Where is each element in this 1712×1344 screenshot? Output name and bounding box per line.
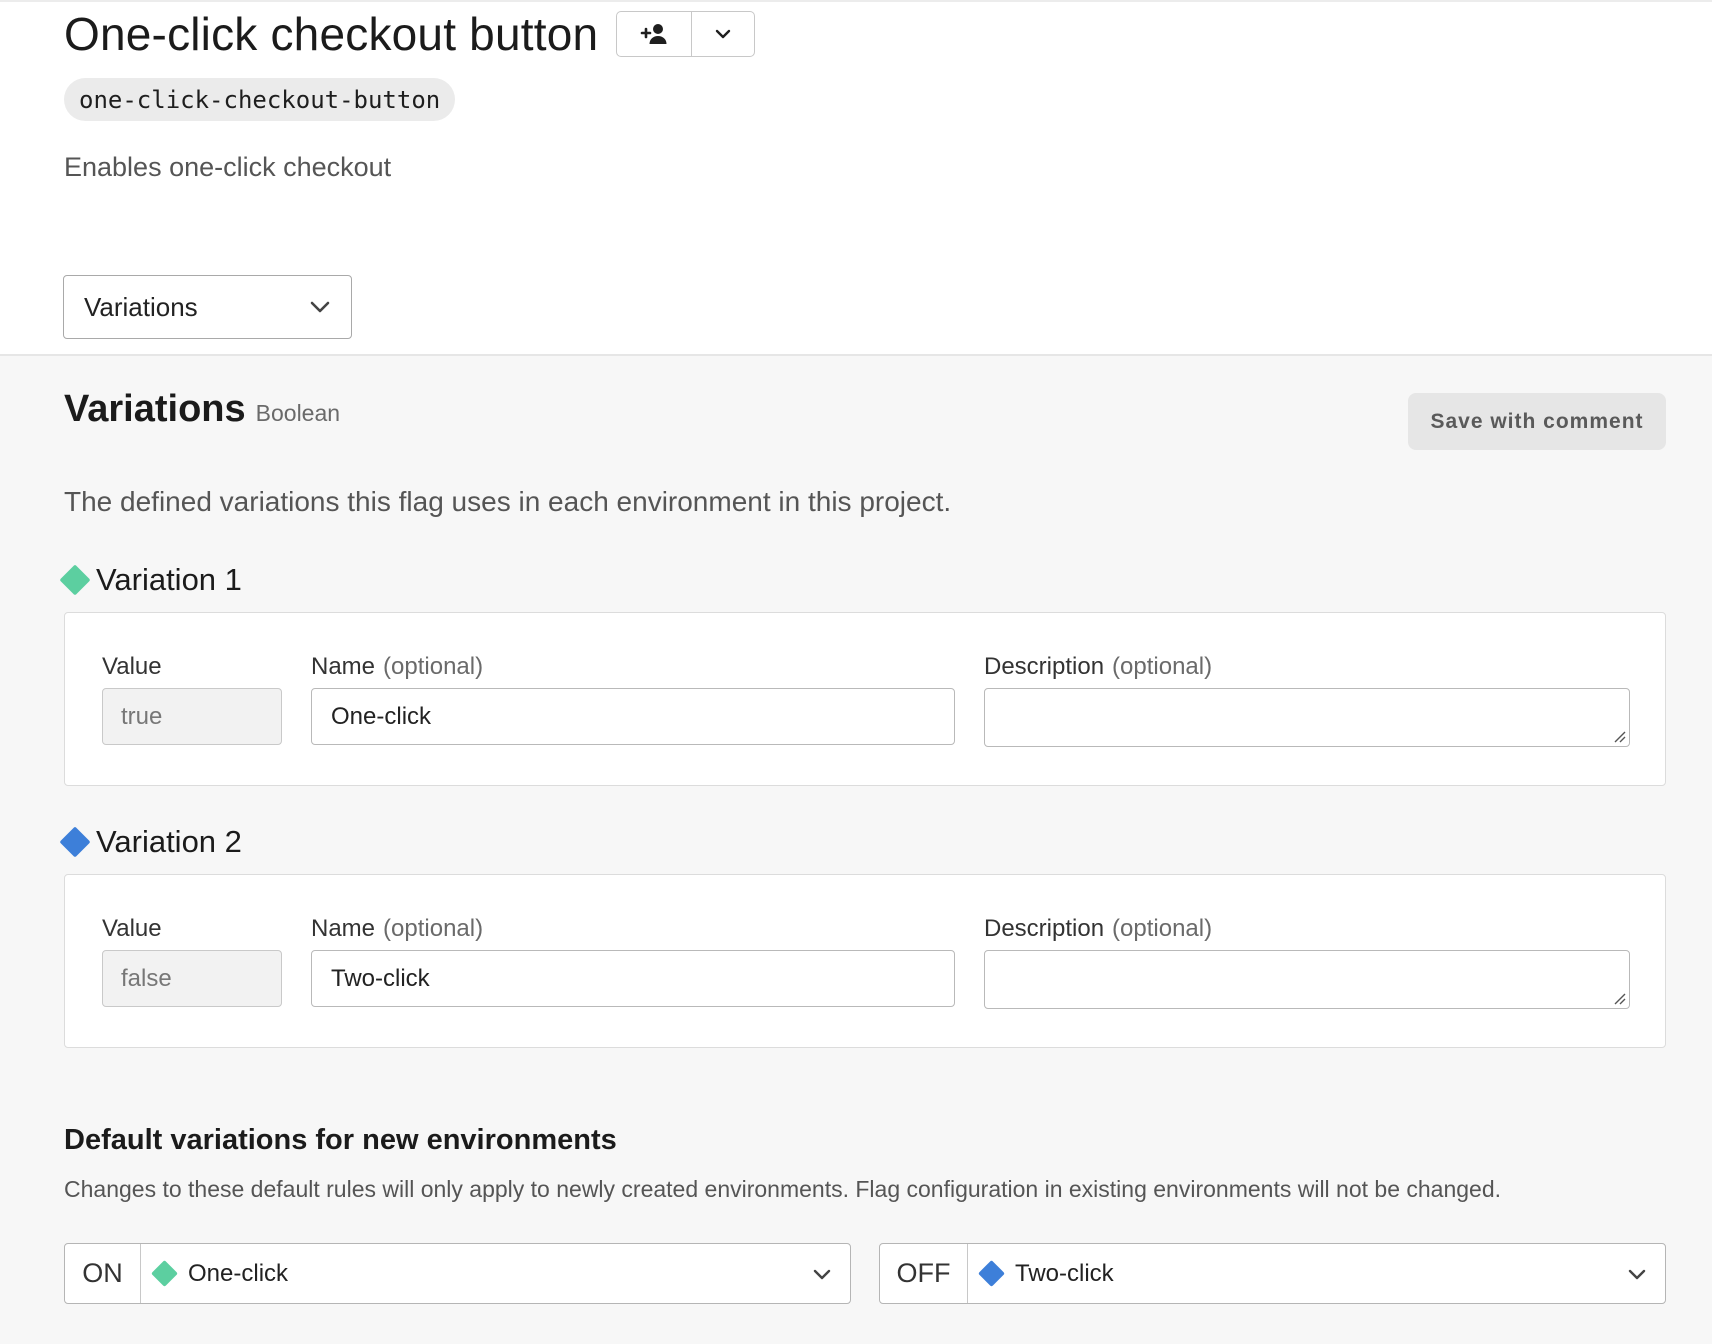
variation-2-label: Variation 2 xyxy=(96,824,242,859)
chevron-down-icon xyxy=(1628,1269,1646,1279)
add-user-icon xyxy=(640,24,667,44)
variation-2-name-input[interactable]: Two-click xyxy=(311,950,955,1007)
resize-handle-icon[interactable] xyxy=(1612,729,1626,743)
section-description: The defined variations this flag uses in… xyxy=(64,486,952,517)
chevron-down-icon xyxy=(813,1269,831,1279)
variation-1-diamond-icon xyxy=(59,564,91,596)
value-label: Value xyxy=(102,915,162,942)
variations-section-header: Variations Boolean xyxy=(64,388,340,431)
description-label: Description (optional) xyxy=(984,653,1212,681)
variation-1-label: Variation 1 xyxy=(96,562,242,597)
optional-label: (optional) xyxy=(1112,915,1213,942)
variation-1-header: Variation 1 xyxy=(59,562,242,598)
default-on-choice: One-click xyxy=(141,1244,812,1303)
variation-1-card: Value Name (optional) Description (optiona… xyxy=(64,612,1666,786)
optional-label: (optional) xyxy=(1112,653,1213,680)
optional-label: (optional) xyxy=(383,915,484,942)
description-label: Description (optional) xyxy=(984,915,1212,943)
name-label-text: Name xyxy=(311,653,376,680)
view-select[interactable]: Variations xyxy=(63,275,352,339)
default-off-choice: Two-click xyxy=(968,1244,1627,1303)
default-on-chevron xyxy=(812,1244,850,1303)
name-label-text: Name xyxy=(311,915,376,942)
variation-2-card: Value Name (optional) Description (optiona… xyxy=(64,874,1666,1048)
variation-2-description-input[interactable] xyxy=(984,950,1630,1009)
variation-2-header: Variation 2 xyxy=(59,824,242,860)
flag-type-label: Boolean xyxy=(255,400,341,426)
name-label: Name (optional) xyxy=(311,653,483,681)
default-off-chevron xyxy=(1627,1244,1665,1303)
chevron-down-icon xyxy=(310,301,330,313)
description-label-text: Description xyxy=(984,653,1105,680)
page-title: One-click checkout button xyxy=(64,8,599,60)
variation-1-value-field: true xyxy=(102,688,282,745)
variation-2-diamond-icon xyxy=(59,826,91,858)
flag-description: Enables one-click checkout xyxy=(64,152,392,182)
description-label-text: Description xyxy=(984,915,1105,942)
optional-label: (optional) xyxy=(383,653,484,680)
chevron-down-icon xyxy=(716,29,731,39)
variation-1-description-input[interactable] xyxy=(984,688,1630,747)
section-title: Variations xyxy=(64,388,246,430)
add-maintainer-button[interactable] xyxy=(617,12,691,56)
on-state-label: ON xyxy=(65,1244,141,1303)
default-off-variation: Two-click xyxy=(1015,1259,1114,1287)
variation-1-name-input[interactable]: One-click xyxy=(311,688,955,745)
save-with-comment-button[interactable]: Save with comment xyxy=(1408,393,1666,450)
variation-2-value-field: false xyxy=(102,950,282,1007)
default-off-variation-select[interactable]: OFF Two-click xyxy=(879,1243,1666,1304)
view-select-value: Variations xyxy=(84,291,198,322)
defaults-title: Default variations for new environments xyxy=(64,1124,617,1156)
title-row: One-click checkout button xyxy=(64,6,756,62)
maintainer-button-group xyxy=(616,11,756,57)
name-label: Name (optional) xyxy=(311,915,483,943)
value-label: Value xyxy=(102,653,162,680)
default-on-variation-select[interactable]: ON One-click xyxy=(64,1243,851,1304)
off-state-label: OFF xyxy=(880,1244,968,1303)
diamond-icon xyxy=(151,1260,178,1287)
flag-key-badge[interactable]: one-click-checkout-button xyxy=(64,78,456,121)
resize-handle-icon[interactable] xyxy=(1612,991,1626,1005)
flag-header: One-click checkout button one-click-chec… xyxy=(0,0,1712,356)
default-on-variation: One-click xyxy=(188,1259,289,1287)
more-options-button[interactable] xyxy=(691,12,754,56)
defaults-description: Changes to these default rules will only… xyxy=(64,1176,1502,1202)
diamond-icon xyxy=(978,1260,1005,1287)
